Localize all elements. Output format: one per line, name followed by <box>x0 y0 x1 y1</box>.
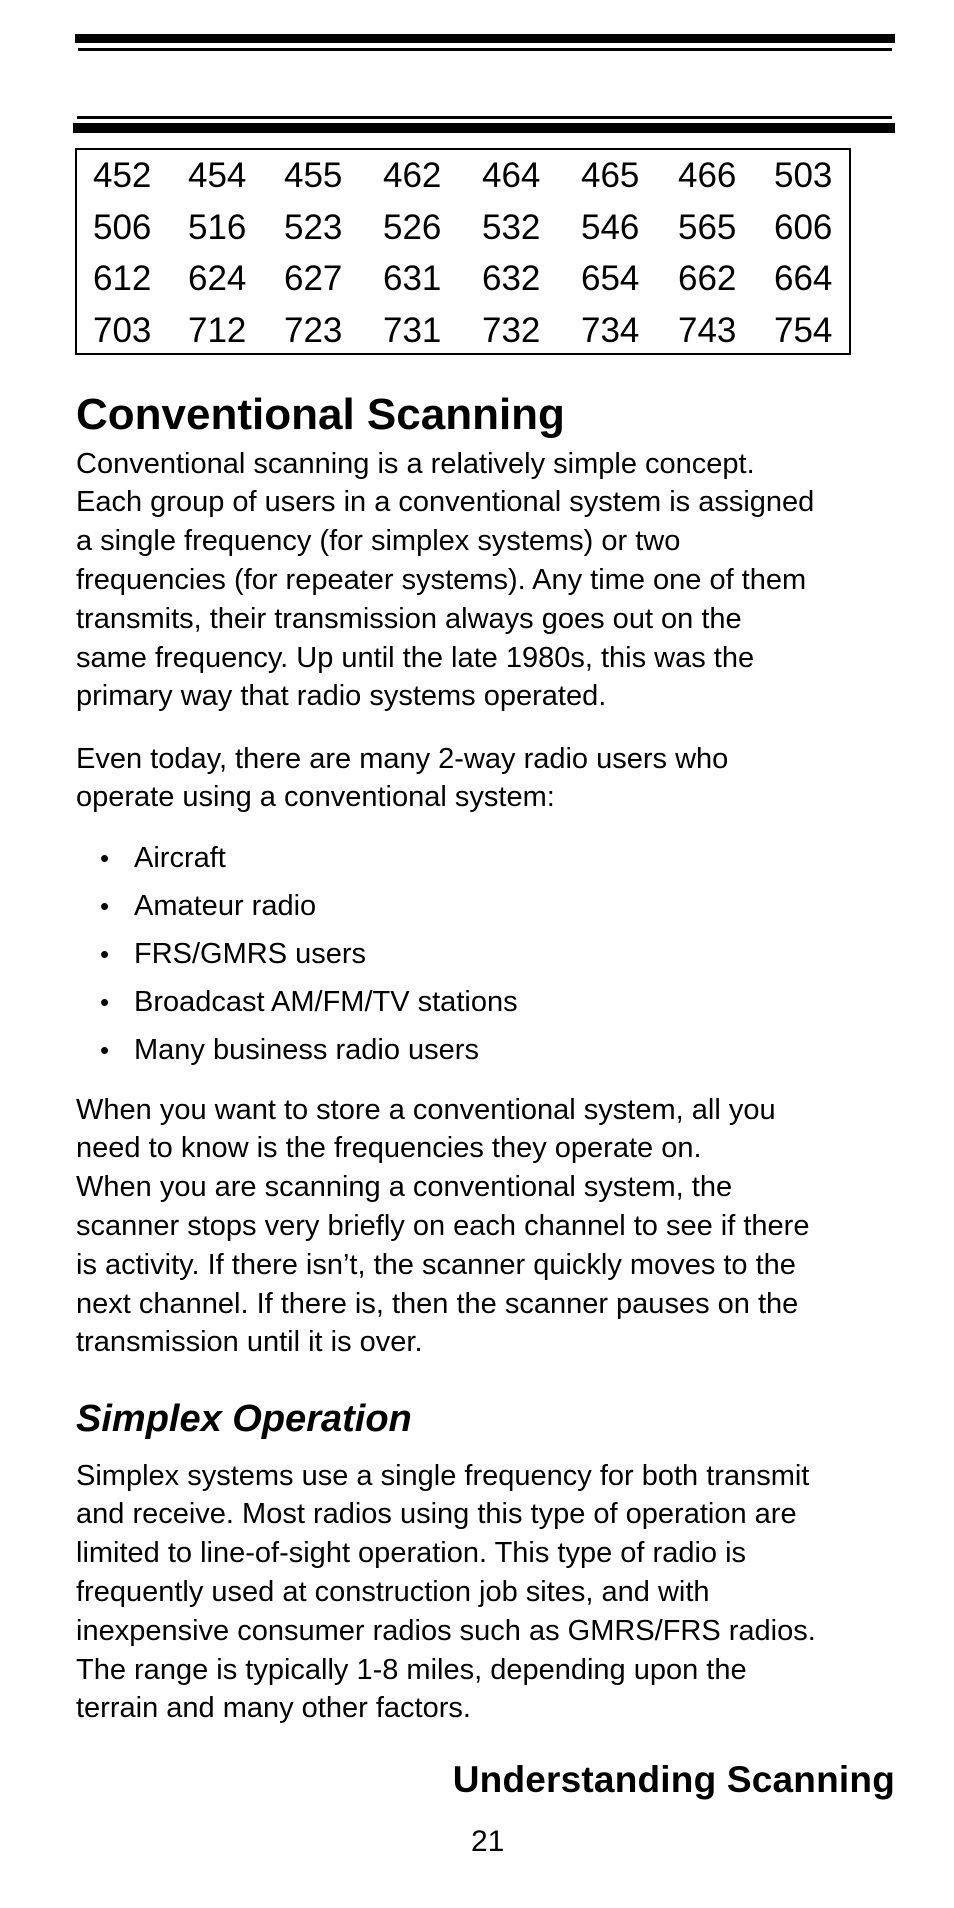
subsection-heading: Simplex Operation <box>76 1398 412 1440</box>
header-rule-thick-top <box>75 34 895 43</box>
bullet-icon: • <box>100 1035 110 1065</box>
code-cell: 654 <box>581 259 640 298</box>
code-cell: 503 <box>774 156 833 195</box>
text-line: is activity. If there isn’t, the scanner… <box>76 1248 796 1281</box>
text-line: Simplex systems use a single frequency f… <box>76 1459 810 1492</box>
code-cell: 734 <box>581 310 640 350</box>
code-cell: 662 <box>678 259 737 298</box>
code-cell: 631 <box>383 259 442 298</box>
users-paragraph: Even today, there are many 2-way radio u… <box>76 740 916 818</box>
code-cell: 466 <box>678 156 737 195</box>
text-line: limited to line-of-sight operation. This… <box>76 1537 747 1570</box>
section-heading: Conventional Scanning <box>76 390 565 439</box>
code-cell: 523 <box>284 207 343 247</box>
intro-paragraph: Conventional scanning is a relatively si… <box>76 445 916 717</box>
list-item: • Aircraft <box>76 834 518 882</box>
text-line: terrain and many other factors. <box>76 1692 471 1725</box>
code-table: 452 454 455 462 464 465 466 503 506 516 … <box>75 148 851 355</box>
code-cell: 612 <box>93 259 152 298</box>
bullet-icon: • <box>100 891 110 921</box>
code-cell: 712 <box>188 310 247 350</box>
list-item-label: Amateur radio <box>134 890 317 922</box>
list-item: • Many business radio users <box>76 1026 518 1074</box>
list-item-label: FRS/GMRS users <box>134 938 367 970</box>
text-line: When you want to store a conventional sy… <box>76 1093 776 1126</box>
bullet-icon: • <box>100 939 110 969</box>
code-cell: 624 <box>188 259 247 298</box>
code-cell: 465 <box>581 156 640 195</box>
code-cell: 632 <box>482 259 541 298</box>
code-cell: 452 <box>93 156 152 195</box>
page-number: 21 <box>471 1825 505 1858</box>
code-cell: 464 <box>482 156 541 195</box>
code-cell: 731 <box>383 310 442 350</box>
list-item-label: Aircraft <box>134 842 226 874</box>
text-line: primary way that radio systems operated. <box>76 680 607 713</box>
code-cell: 606 <box>774 207 833 247</box>
simplex-paragraph: Simplex systems use a single frequency f… <box>76 1457 916 1729</box>
code-cell: 732 <box>482 310 541 350</box>
text-line: transmission until it is over. <box>76 1326 423 1359</box>
footer-chapter-title: Understanding Scanning <box>452 1759 895 1800</box>
code-cell: 565 <box>678 207 737 247</box>
code-cell: 743 <box>678 310 737 350</box>
scanning-paragraph: When you want to store a conventional sy… <box>76 1091 916 1363</box>
code-cell: 664 <box>774 259 833 298</box>
bullet-icon: • <box>100 843 110 873</box>
text-line: same frequency. Up until the late 1980s,… <box>76 641 755 674</box>
user-types-list: • Aircraft • Amateur radio • FRS/GMRS users… <box>76 834 518 1074</box>
text-line: The range is typically 1-8 miles, depend… <box>76 1653 747 1686</box>
text-line: Even today, there are many 2-way radio u… <box>76 742 729 775</box>
text-line: scanner stops very briefly on each chann… <box>76 1209 810 1242</box>
text-line: and receive. Most radios using this type… <box>76 1498 797 1531</box>
list-item-label: Many business radio users <box>134 1034 479 1066</box>
bullet-icon: • <box>100 987 110 1017</box>
code-cell: 703 <box>93 310 152 350</box>
header-rule-thin-top <box>78 48 892 51</box>
text-line: inexpensive consumer radios such as GMRS… <box>76 1614 816 1647</box>
code-cell: 532 <box>482 207 541 247</box>
text-line: When you are scanning a conventional sys… <box>76 1171 733 1204</box>
header-rule-thin-bottom <box>77 116 892 119</box>
text-line: next channel. If there is, then the scan… <box>76 1287 799 1320</box>
text-line: a single frequency (for simplex systems)… <box>76 525 681 558</box>
code-cell: 506 <box>93 207 152 247</box>
text-line: transmits, their transmission always goe… <box>76 602 742 635</box>
code-cell: 454 <box>188 156 247 195</box>
code-cell: 526 <box>383 207 442 247</box>
list-item: • Amateur radio <box>76 882 518 930</box>
list-item: • Broadcast AM/FM/TV stations <box>76 978 518 1026</box>
code-cell: 516 <box>188 207 247 247</box>
text-line: need to know is the frequencies they ope… <box>76 1132 702 1165</box>
text-line: operate using a conventional system: <box>76 781 555 814</box>
code-cell: 462 <box>383 156 442 195</box>
header-rule-thick-bottom <box>73 123 895 133</box>
code-cell: 723 <box>284 310 343 350</box>
text-line: frequencies (for repeater systems). Any … <box>76 563 807 596</box>
text-line: Each group of users in a conventional sy… <box>76 486 815 519</box>
code-cell: 546 <box>581 207 640 247</box>
text-line: Conventional scanning is a relatively si… <box>76 447 755 480</box>
text-line: frequently used at construction job site… <box>76 1575 710 1608</box>
list-item: • FRS/GMRS users <box>76 930 518 978</box>
code-cell: 754 <box>774 310 833 350</box>
code-cell: 627 <box>284 259 343 298</box>
code-cell: 455 <box>284 156 343 195</box>
list-item-label: Broadcast AM/FM/TV stations <box>134 986 518 1018</box>
